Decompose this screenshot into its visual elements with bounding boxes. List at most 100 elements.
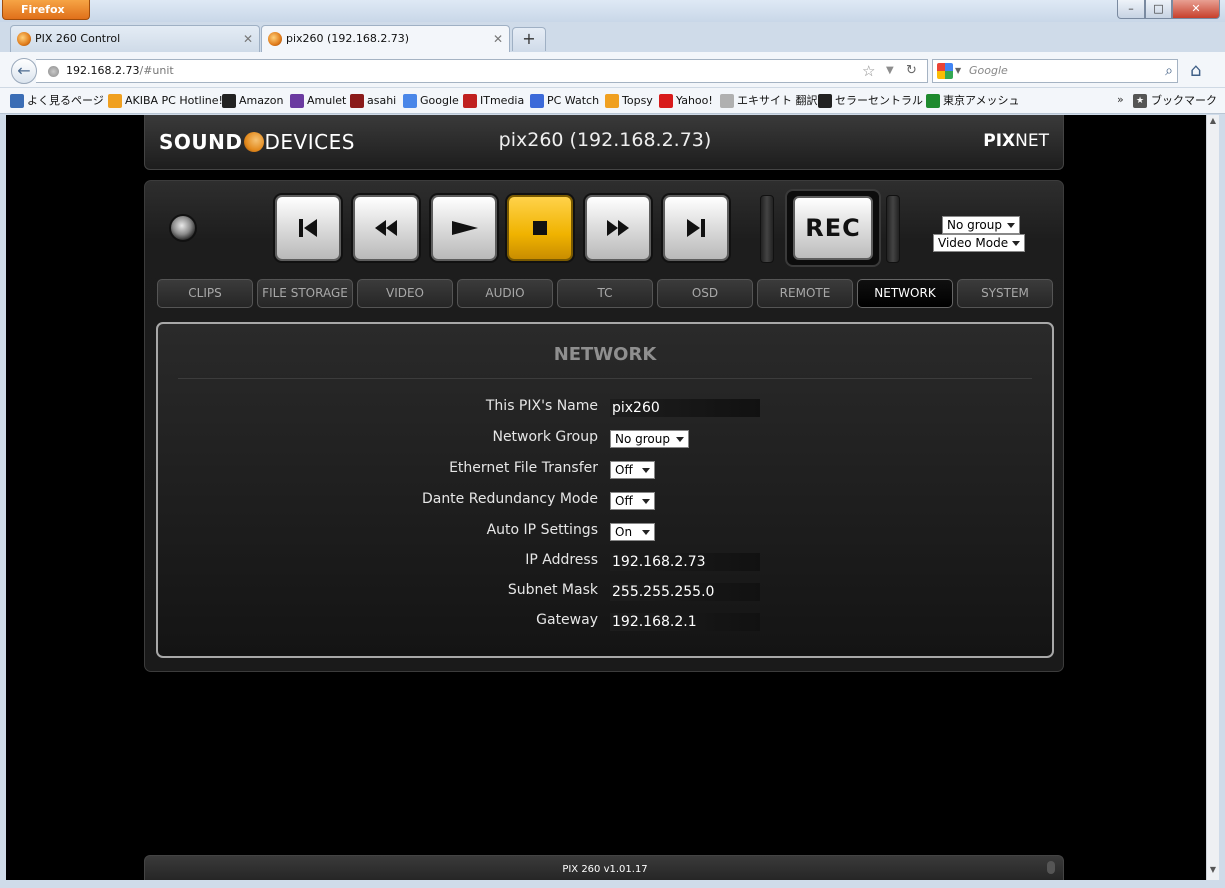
bookmark-item[interactable]: Google (403, 93, 459, 109)
setting-value: 192.168.2.73 (610, 553, 760, 571)
bookmark-label: Google (420, 94, 459, 107)
tab-system[interactable]: SYSTEM (957, 279, 1053, 308)
search-placeholder: Google (969, 64, 1008, 77)
pixnet-net: NET (1015, 131, 1049, 151)
firefox-menu-button[interactable]: Firefox (2, 0, 90, 20)
bookmark-label: asahi (367, 94, 397, 107)
skip-to-end-button[interactable] (663, 195, 729, 261)
tab-label: PIX 260 Control (35, 32, 121, 45)
scroll-down-icon[interactable]: ▼ (1207, 865, 1219, 879)
navigation-bar: 192.168.2.73/#unit ☆ ▼ ↻ ← ▼ Google ⌕ ⌂ (0, 52, 1225, 88)
skip-back-icon (299, 219, 317, 237)
bookmark-label: PC Watch (547, 94, 600, 107)
rec-guard-left (760, 195, 774, 263)
back-button[interactable]: ← (11, 58, 37, 84)
bookmark-label: セラーセントラル (835, 94, 923, 107)
status-led-icon (169, 214, 197, 242)
stop-button[interactable] (507, 195, 573, 261)
bookmark-item[interactable]: PC Watch (530, 93, 599, 109)
group-select[interactable]: No group (942, 216, 1020, 234)
chevron-down-icon (642, 499, 650, 504)
mode-select-value: Video Mode (938, 236, 1009, 250)
bookmark-item[interactable]: エキサイト 翻訳 (720, 93, 818, 109)
chevron-down-icon (1007, 223, 1015, 228)
bookmarks-folder-label: ブックマーク (1151, 94, 1217, 107)
bookmarks-overflow-button[interactable]: » (1117, 93, 1124, 106)
bookmark-item[interactable]: Topsy (605, 93, 653, 109)
new-tab-button[interactable]: + (512, 27, 546, 51)
scroll-up-icon[interactable]: ▲ (1207, 116, 1219, 130)
firefox-icon (17, 32, 31, 46)
setting-select[interactable]: Off (610, 461, 655, 479)
url-bar[interactable]: 192.168.2.73/#unit ☆ ▼ ↻ (36, 59, 928, 83)
app-footer: PIX 260 v1.01.17 (144, 855, 1064, 880)
tab-file-storage[interactable]: FILE STORAGE (257, 279, 353, 308)
history-dropdown-icon[interactable]: ▼ (886, 60, 894, 82)
bookmark-label: Amazon (239, 94, 284, 107)
play-button[interactable] (431, 195, 497, 261)
bookmark-item[interactable]: AKIBA PC Hotline! (108, 93, 223, 109)
firefox-icon (268, 32, 282, 46)
tab-pix260-control[interactable]: PIX 260 Control ✕ (10, 25, 260, 52)
setting-select[interactable]: Off (610, 492, 655, 510)
bookmark-icon (463, 94, 477, 108)
tab-audio[interactable]: AUDIO (457, 279, 553, 308)
setting-select[interactable]: On (610, 523, 655, 541)
globe-icon (48, 66, 59, 77)
fast-forward-button[interactable] (585, 195, 651, 261)
tab-network[interactable]: NETWORK (857, 279, 953, 308)
bookmark-label: ITmedia (480, 94, 525, 107)
mode-select[interactable]: Video Mode (933, 234, 1025, 252)
bookmarks-menu-button[interactable]: ★ ブックマーク (1133, 93, 1217, 109)
bookmark-star-icon[interactable]: ☆ (862, 60, 875, 82)
rewind-button[interactable] (353, 195, 419, 261)
tab-close-icon[interactable]: ✕ (243, 26, 253, 52)
close-button[interactable]: ✕ (1172, 0, 1220, 19)
bookmark-item[interactable]: asahi (350, 93, 396, 109)
search-icon[interactable]: ⌕ (1165, 60, 1173, 82)
url-path: /#unit (139, 64, 174, 77)
tab-clips[interactable]: CLIPS (157, 279, 253, 308)
bookmark-item[interactable]: セラーセントラル (818, 93, 923, 109)
bookmark-icon (108, 94, 122, 108)
device-title: pix260 (192.168.2.73) (498, 129, 712, 151)
pixnet-logo: PIXNET (983, 131, 1049, 151)
home-icon[interactable]: ⌂ (1190, 60, 1201, 81)
bookmark-label: よく見るページ (27, 94, 104, 107)
vertical-scrollbar[interactable]: ▲ ▼ (1206, 115, 1219, 880)
chevron-down-icon[interactable]: ▼ (955, 60, 961, 82)
bookmark-item[interactable]: よく見るページ (10, 93, 104, 109)
tab-tc[interactable]: TC (557, 279, 653, 308)
bookmark-icon (10, 94, 24, 108)
bookmark-item[interactable]: Yahoo! (659, 93, 713, 109)
tab-osd[interactable]: OSD (657, 279, 753, 308)
reload-icon[interactable]: ↻ (906, 60, 917, 82)
pixnet-pix: PIX (983, 131, 1016, 151)
bookmark-icon (290, 94, 304, 108)
chevron-down-icon (1012, 241, 1020, 246)
setting-label: IP Address (525, 552, 598, 568)
bookmark-icon (720, 94, 734, 108)
bookmarks-toolbar: よく見るページ AKIBA PC Hotline! Amazon Amulet asah… (0, 88, 1225, 114)
minimize-button[interactable]: – (1117, 0, 1145, 19)
skip-to-start-button[interactable] (275, 195, 341, 261)
fast-forward-icon (607, 220, 629, 236)
bookmark-item[interactable]: Amazon (222, 93, 283, 109)
play-icon (452, 221, 478, 235)
tab-close-icon[interactable]: ✕ (493, 26, 503, 52)
bookmark-item[interactable]: Amulet (290, 93, 346, 109)
section-title: NETWORK (553, 344, 657, 365)
bookmark-item[interactable]: ITmedia (463, 93, 524, 109)
record-button[interactable]: REC (785, 189, 881, 267)
bookmark-item[interactable]: 東京アメッシュ (926, 93, 1019, 109)
bookmark-icon (605, 94, 619, 108)
tab-remote[interactable]: REMOTE (757, 279, 853, 308)
setting-label: Gateway (536, 612, 598, 628)
browser-window: Firefox – □ ✕ PIX 260 Control ✕ pix260 (… (0, 0, 1225, 888)
search-input[interactable]: ▼ Google ⌕ (932, 59, 1178, 83)
maximize-button[interactable]: □ (1145, 0, 1172, 19)
setting-select[interactable]: No group (610, 430, 689, 448)
tab-pix260-unit[interactable]: pix260 (192.168.2.73) ✕ (261, 25, 510, 52)
setting-value[interactable]: pix260 (610, 399, 760, 417)
tab-video[interactable]: VIDEO (357, 279, 453, 308)
